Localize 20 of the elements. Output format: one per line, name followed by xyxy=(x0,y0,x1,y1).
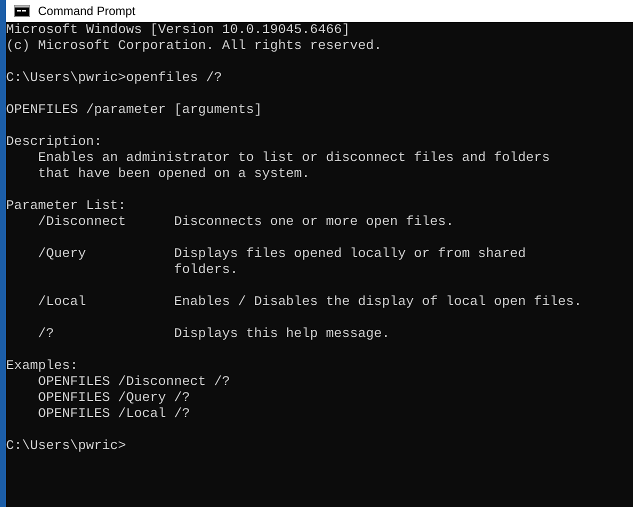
console-line: that have been opened on a system. xyxy=(36,167,311,183)
window-title: Command Prompt xyxy=(38,4,136,18)
console-icon xyxy=(14,5,30,17)
console-line: /Disconnect Disconnects one or more open files. xyxy=(36,215,455,231)
console-line: Parameter List: xyxy=(6,199,127,215)
console-line: Description: xyxy=(6,135,103,151)
console-line: C:\Users\pwric> xyxy=(6,439,127,455)
console-line: folders. xyxy=(172,263,239,279)
console-line: Microsoft Windows [Version 10.0.19045.6466] xyxy=(6,23,351,39)
console-line: OPENFILES /Query /? xyxy=(36,391,191,407)
console-line: /Local Enables / Disables the display of local open files. xyxy=(36,295,583,311)
console-line: C:\Users\pwric>openfiles /? xyxy=(6,71,223,87)
console-line: (c) Microsoft Corporation. All rights reserved. xyxy=(6,39,383,55)
console-line: OPENFILES /parameter [arguments] xyxy=(6,103,263,119)
console-line: /? Displays this help message. xyxy=(36,327,391,343)
console-line: OPENFILES /Disconnect /? xyxy=(36,375,231,391)
console-line: OPENFILES /Local /? xyxy=(36,407,191,423)
console-line: /Query Displays files opened locally or from shared xyxy=(36,247,527,263)
console-line: Examples: xyxy=(6,359,79,375)
console-line: Enables an administrator to list or disconnect files and folders xyxy=(36,151,551,167)
